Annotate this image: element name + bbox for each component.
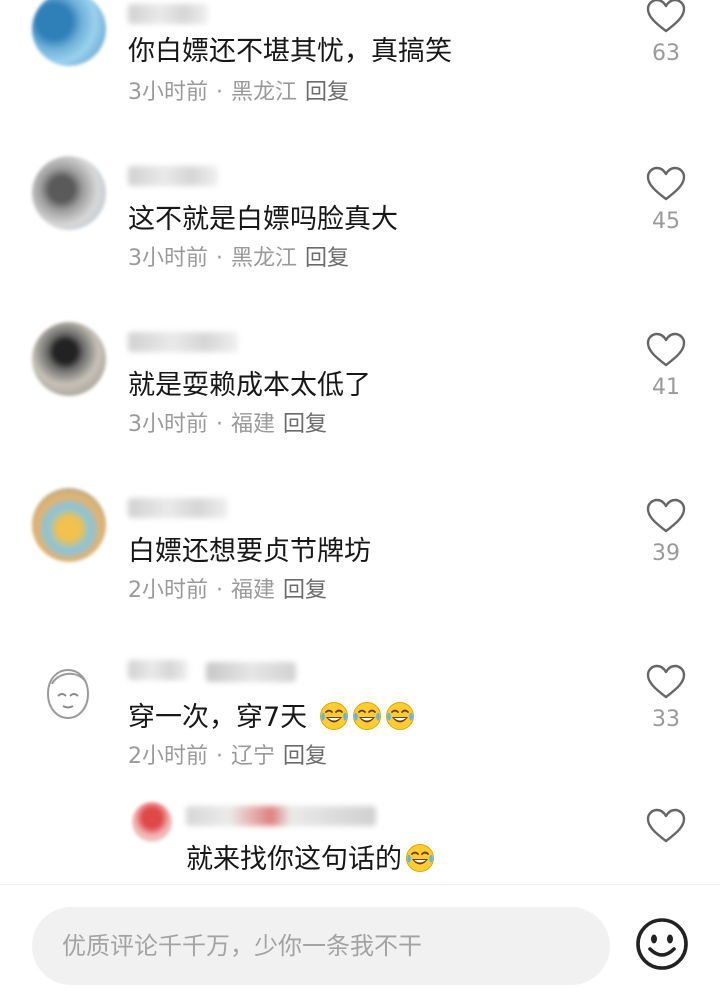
username-blurred[interactable] (186, 806, 376, 826)
comment-time: 3小时前 (128, 412, 208, 437)
username-blurred[interactable] (128, 166, 218, 186)
username-blurred[interactable] (128, 498, 228, 518)
comment-time: 2小时前 (128, 744, 208, 769)
comment-item: 穿一次，穿7天 2小时前 · 辽宁 回复 33 (0, 650, 720, 810)
smiley-icon (636, 918, 688, 970)
username-blurred[interactable] (128, 332, 238, 352)
like-count: 41 (652, 375, 680, 400)
avatar[interactable] (132, 802, 172, 842)
comment-meta: 3小时前 · 福建 回复 (128, 410, 327, 440)
like-button[interactable]: 33 (642, 664, 690, 734)
meta-separator: · (216, 412, 223, 437)
comment-text: 白嫖还想要贞节牌坊 (128, 536, 371, 567)
comment-time: 3小时前 (128, 246, 208, 271)
comment-location: 福建 (231, 578, 276, 603)
comment-location: 黑龙江 (231, 246, 298, 271)
reply-item: 就来找你这句话的 (0, 796, 720, 884)
heart-outline-icon (646, 498, 686, 533)
username-blurred[interactable] (128, 4, 208, 24)
reply-text: 就来找你这句话的 (186, 844, 402, 875)
comment-meta: 3小时前 · 黑龙江 回复 (128, 78, 349, 108)
reply-button[interactable]: 回复 (305, 246, 349, 271)
avatar[interactable] (32, 654, 106, 728)
like-count: 63 (652, 41, 680, 66)
cartoon-face-avatar (46, 668, 90, 720)
comment-location: 辽宁 (231, 744, 276, 769)
like-button[interactable]: 41 (642, 332, 690, 402)
comment-meta: 2小时前 · 辽宁 回复 (128, 742, 327, 772)
comment-input-bar (0, 884, 720, 1005)
comment-meta: 3小时前 · 黑龙江 回复 (128, 244, 349, 274)
avatar[interactable] (32, 156, 106, 230)
heart-outline-icon (646, 664, 686, 699)
reply-button[interactable]: 回复 (283, 578, 327, 603)
comment-time: 3小时前 (128, 80, 208, 105)
username-blurred[interactable] (206, 662, 296, 682)
laugh-cry-emoji (352, 702, 381, 730)
comment-text: 就是耍赖成本太低了 (128, 370, 371, 401)
comment-text: 这不就是白嫖吗脸真大 (128, 204, 398, 235)
reply-text-row: 就来找你这句话的 (186, 842, 435, 878)
like-button[interactable]: 39 (642, 498, 690, 568)
reply-button[interactable]: 回复 (283, 412, 327, 437)
comment-location: 福建 (231, 412, 276, 437)
meta-separator: · (216, 80, 223, 105)
meta-separator: · (216, 744, 223, 769)
comment-text: 你白嫖还不堪其忧，真搞笑 (128, 36, 452, 67)
heart-outline-icon (646, 332, 686, 367)
like-count: 39 (652, 541, 680, 566)
comment-input[interactable] (32, 907, 610, 985)
reply-button[interactable]: 回复 (305, 80, 349, 105)
username-blurred[interactable] (128, 660, 188, 680)
like-count: 45 (652, 209, 680, 234)
avatar[interactable] (32, 488, 106, 562)
heart-outline-icon (646, 166, 686, 201)
comment-item: 你白嫖还不堪其忧，真搞笑 3小时前 · 黑龙江 回复 63 (0, 0, 720, 130)
like-button[interactable]: 45 (642, 166, 690, 236)
heart-outline-icon (646, 0, 686, 33)
comment-item: 白嫖还想要贞节牌坊 2小时前 · 福建 回复 39 (0, 484, 720, 644)
reply-button[interactable]: 回复 (283, 744, 327, 769)
laugh-cry-emoji (319, 702, 348, 730)
comment-list[interactable]: 你白嫖还不堪其忧，真搞笑 3小时前 · 黑龙江 回复 63 这不就是白嫖吗脸真大 3小… (0, 0, 720, 884)
comment-text: 穿一次，穿7天 (128, 702, 308, 733)
comment-item: 这不就是白嫖吗脸真大 3小时前 · 黑龙江 回复 45 (0, 152, 720, 312)
avatar[interactable] (32, 0, 106, 66)
comment-meta: 2小时前 · 福建 回复 (128, 576, 327, 606)
comment-text-row: 穿一次，穿7天 (128, 700, 415, 736)
comment-location: 黑龙江 (231, 80, 298, 105)
like-count: 33 (652, 707, 680, 732)
avatar[interactable] (32, 322, 106, 396)
comment-item: 就是耍赖成本太低了 3小时前 · 福建 回复 41 (0, 318, 720, 478)
meta-separator: · (216, 578, 223, 603)
heart-outline-icon (646, 808, 686, 843)
laugh-cry-emoji (406, 844, 434, 872)
comment-time: 2小时前 (128, 578, 208, 603)
meta-separator: · (216, 246, 223, 271)
like-button[interactable]: 63 (642, 0, 690, 68)
emoji-button[interactable] (634, 916, 690, 972)
like-button[interactable] (642, 808, 690, 844)
laugh-cry-emoji (385, 702, 414, 730)
